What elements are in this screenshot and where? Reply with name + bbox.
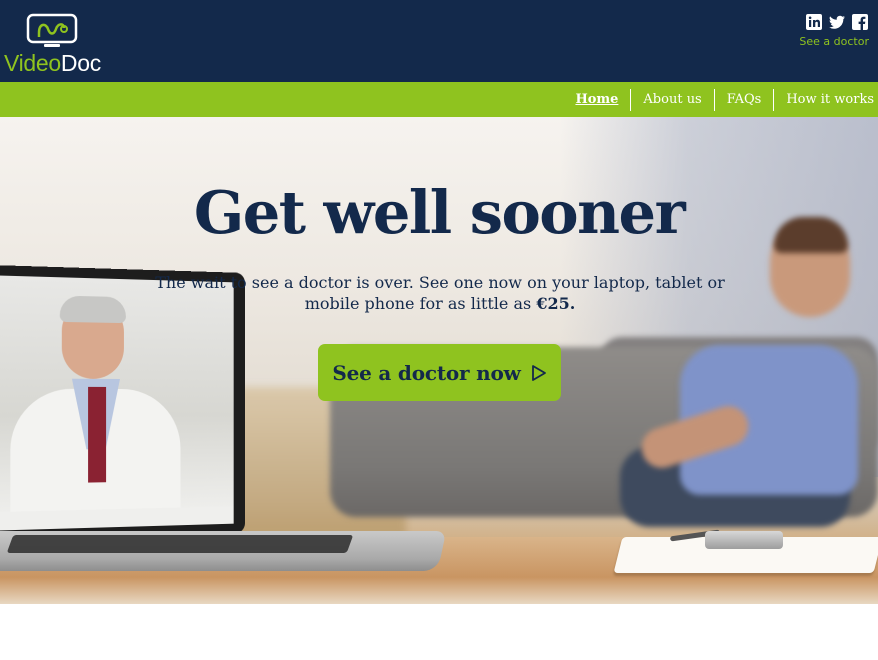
logo[interactable]: VideoDoc [4,12,114,76]
social-links [806,14,868,30]
photo-phone [705,531,783,549]
hero-lead-sentence: The wait to see a doctor is over. See on… [155,273,725,313]
hero-price: €25. [536,294,576,313]
facebook-icon[interactable] [852,14,868,30]
photo-laptop-keyboard [6,535,354,553]
site-header: VideoDoc See a doctor [0,0,878,82]
nav-home[interactable]: Home [563,89,630,111]
hero-title: Get well sooner [193,177,686,247]
photo-doctor-hair [59,295,126,324]
play-triangle-icon [531,364,546,381]
tv-stethoscope-icon [26,13,78,47]
photo-doctor-tie [88,386,107,483]
main-navbar: Home About us FAQs How it works [0,82,878,117]
hero-lead-text: The wait to see a doctor is over. See on… [150,272,730,314]
main-nav: Home About us FAQs How it works [563,82,878,117]
nav-how-it-works[interactable]: How it works [773,88,878,111]
see-a-doctor-header-link[interactable]: See a doctor [799,35,869,48]
logo-text-video: Video [4,50,61,76]
linkedin-icon[interactable] [806,14,822,30]
twitter-icon[interactable] [829,14,845,30]
nav-about-us[interactable]: About us [630,88,713,111]
see-a-doctor-now-button[interactable]: See a doctor now [318,344,561,401]
logo-wordmark: VideoDoc [4,50,101,77]
logo-text-doc: Doc [60,50,101,76]
cta-label: See a doctor now [332,360,521,385]
nav-faqs[interactable]: FAQs [713,88,774,111]
